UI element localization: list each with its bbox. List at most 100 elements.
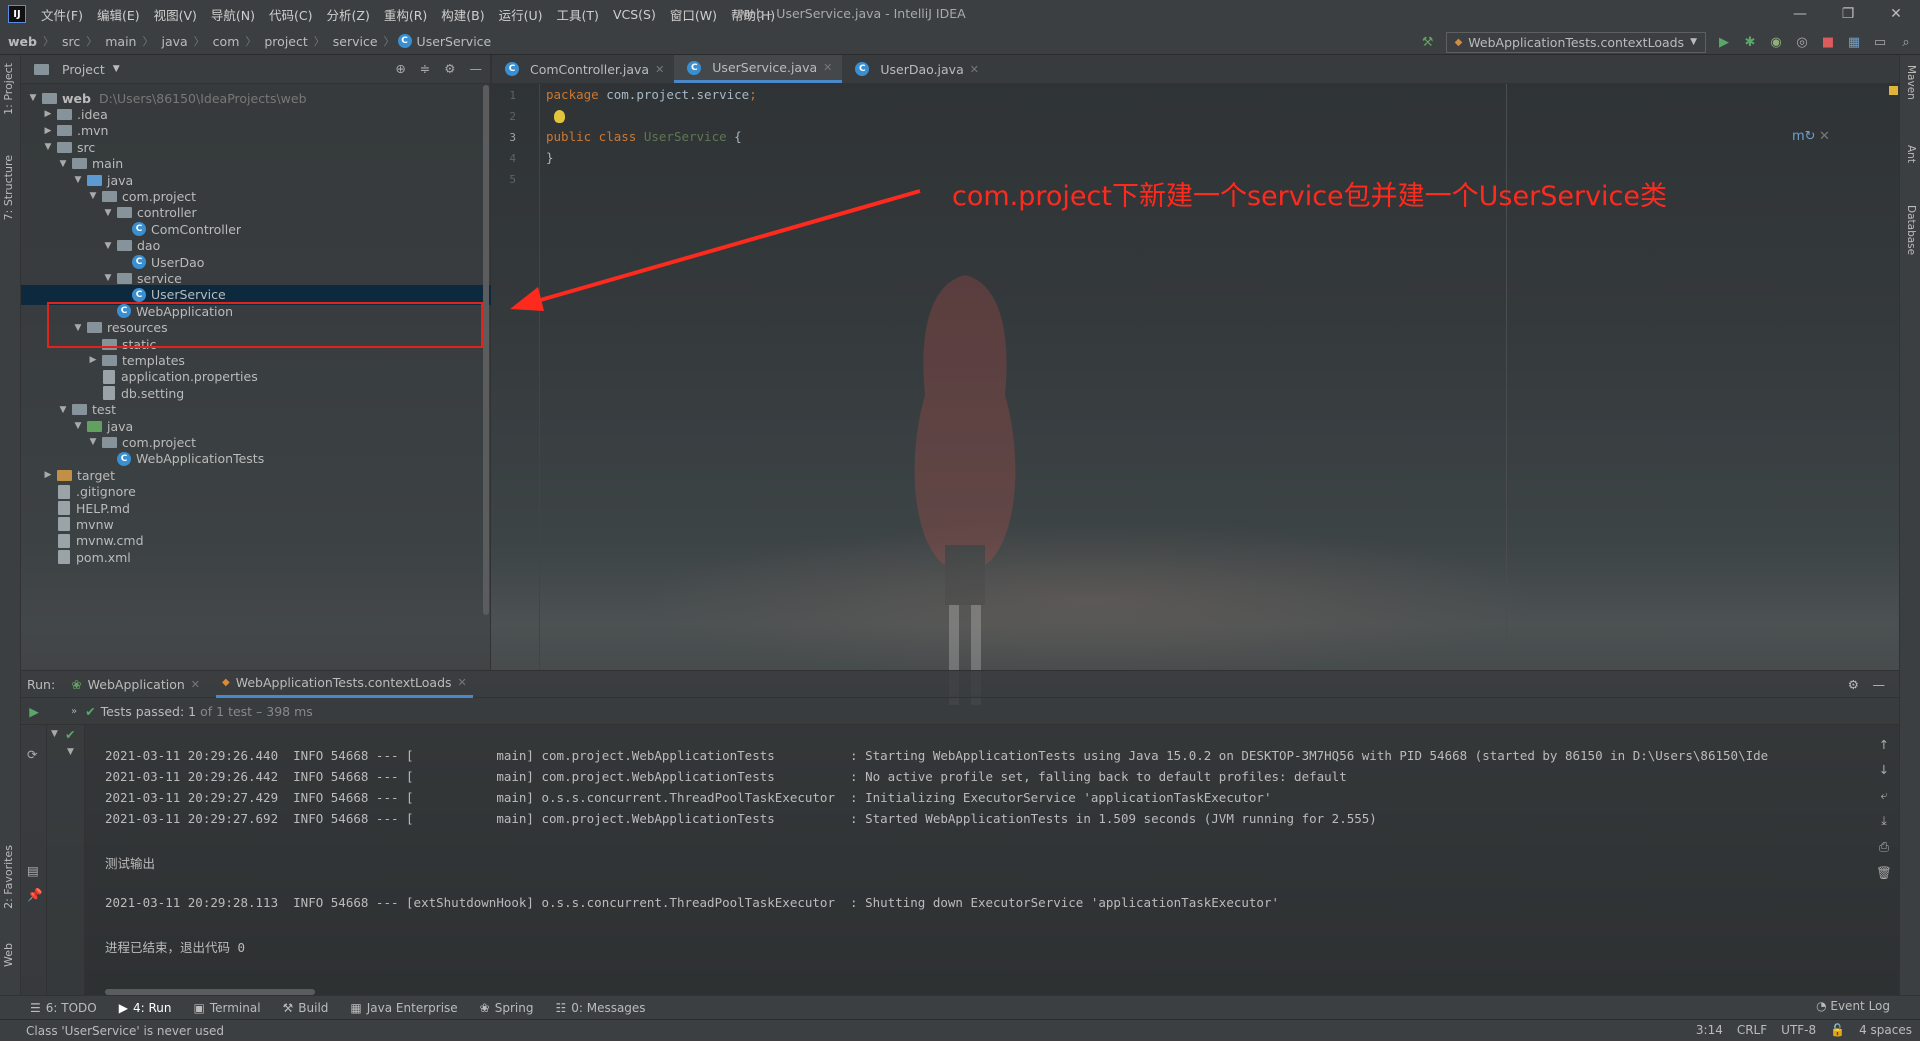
close-icon[interactable]: ✕ — [458, 676, 467, 689]
menu-edit[interactable]: 编辑(E) — [90, 5, 147, 24]
tab-project[interactable]: 1: Project — [2, 63, 15, 115]
tool-terminal[interactable]: ▣ Terminal — [193, 1001, 260, 1015]
scroll-end-icon[interactable]: ⤓ — [1881, 813, 1887, 829]
arrow-down-icon[interactable]: ↓ — [1879, 762, 1889, 777]
lightbulb-icon[interactable] — [554, 110, 565, 123]
tool-build[interactable]: ⚒ Build — [283, 1001, 329, 1015]
close-icon[interactable]: ✕ — [655, 63, 664, 76]
tab-database[interactable]: Database — [1905, 205, 1917, 255]
minimize-icon[interactable]: — — [1776, 0, 1824, 28]
restore-icon[interactable]: ❐ — [1824, 0, 1872, 28]
tool-java-enterprise[interactable]: ▦ Java Enterprise — [350, 1001, 457, 1015]
menu-code[interactable]: 代码(C) — [262, 5, 319, 24]
chevron-right-icon[interactable]: ▶ — [42, 109, 54, 119]
tab-comcontroller[interactable]: C ComController.java ✕ — [492, 55, 674, 83]
close-icon[interactable]: ✕ — [1819, 129, 1830, 144]
chevron-down-icon[interactable]: ▼ — [113, 64, 120, 74]
run-tab-webapplication[interactable]: ❀ WebApplication ✕ — [65, 671, 206, 698]
breadcrumb-item[interactable]: src — [54, 34, 82, 49]
locate-icon[interactable]: ⊕ — [395, 61, 405, 76]
chevron-right-icon[interactable]: ▶ — [42, 126, 54, 136]
search-icon[interactable]: ⌕ — [1898, 34, 1914, 50]
menu-tools[interactable]: 工具(T) — [550, 5, 606, 24]
project-scrollbar[interactable] — [483, 85, 489, 615]
run-configuration-select[interactable]: ◆ WebApplicationTests.contextLoads ▼ — [1445, 31, 1706, 53]
stop-icon[interactable]: ■ — [1820, 34, 1836, 50]
chevron-down-icon[interactable]: ▼ — [72, 175, 84, 185]
profile-icon[interactable]: ◎ — [1794, 34, 1810, 50]
gear-icon[interactable]: ⚙ — [444, 61, 455, 76]
tool-run[interactable]: ▶ 4: Run — [119, 1001, 172, 1015]
close-icon[interactable]: ✕ — [1872, 0, 1920, 28]
tab-ant[interactable]: Ant — [1905, 145, 1917, 163]
chevron-down-icon[interactable]: ▼ — [57, 405, 69, 415]
print-icon[interactable]: ⎙ — [1879, 839, 1889, 855]
chevron-down-icon[interactable]: ▼ — [72, 421, 84, 431]
tab-structure[interactable]: 7: Structure — [2, 155, 15, 220]
tab-userdao[interactable]: C UserDao.java ✕ — [842, 55, 989, 83]
menu-analyze[interactable]: 分析(Z) — [320, 5, 377, 24]
breadcrumb-item[interactable]: java — [153, 34, 189, 49]
tool-messages[interactable]: ☷ 0: Messages — [555, 1001, 645, 1015]
chevron-down-icon[interactable]: ▼ — [42, 142, 54, 152]
tool-todo[interactable]: ☰ 6: TODO — [30, 1001, 97, 1015]
trash-icon[interactable]: 🗑 — [1876, 865, 1892, 881]
line-separator[interactable]: CRLF — [1737, 1023, 1767, 1037]
layout-icon[interactable]: ▤ — [27, 863, 39, 878]
tab-userservice[interactable]: C UserService.java ✕ — [674, 55, 843, 83]
menu-view[interactable]: 视图(V) — [147, 5, 204, 24]
menu-refactor[interactable]: 重构(R) — [377, 5, 434, 24]
code-line[interactable]: package com.project.service; — [546, 87, 757, 102]
menu-run[interactable]: 运行(U) — [492, 5, 550, 24]
debug-icon[interactable]: ✱ — [1742, 34, 1758, 50]
breadcrumb-item[interactable]: main — [97, 34, 138, 49]
chevron-right-icon[interactable]: ▶ — [42, 470, 54, 480]
chevron-down-icon[interactable]: ▼ — [57, 159, 69, 169]
hide-icon[interactable]: — — [470, 61, 483, 76]
code-line[interactable]: } — [546, 150, 554, 165]
run-icon[interactable]: ▶ — [1716, 34, 1732, 50]
caret-position[interactable]: 3:14 — [1696, 1023, 1723, 1037]
tab-web[interactable]: Web — [2, 943, 15, 967]
chevron-down-icon[interactable]: ▼ — [87, 191, 99, 201]
breadcrumb-item[interactable]: UserService — [417, 34, 494, 49]
indent-setting[interactable]: 4 spaces — [1859, 1023, 1912, 1037]
coverage-icon[interactable]: ◉ — [1768, 34, 1784, 50]
tab-favorites[interactable]: 2: Favorites — [2, 845, 15, 909]
breadcrumb-item[interactable]: web — [0, 34, 39, 49]
project-structure-icon[interactable]: ▦ — [1846, 34, 1862, 50]
project-panel-title[interactable]: Project — [62, 62, 105, 77]
collapse-all-icon[interactable]: ≑ — [420, 61, 430, 76]
menu-navigate[interactable]: 导航(N) — [204, 5, 262, 24]
expand-icon[interactable]: » — [47, 706, 77, 717]
menu-window[interactable]: 窗口(W) — [663, 5, 724, 24]
chevron-right-icon[interactable]: ▶ — [87, 355, 99, 365]
chevron-down-icon[interactable]: ▼ — [51, 729, 58, 739]
chevron-down-icon[interactable]: ▼ — [102, 208, 114, 218]
chevron-down-icon[interactable]: ▼ — [67, 747, 74, 757]
gear-icon[interactable]: ⚙ — [1848, 677, 1859, 692]
hide-icon[interactable]: — — [1873, 677, 1886, 692]
menu-vcs[interactable]: VCS(S) — [606, 7, 663, 22]
close-icon[interactable]: ✕ — [970, 63, 979, 76]
menu-build[interactable]: 构建(B) — [434, 5, 491, 24]
build-hammer-icon[interactable]: ⚒ — [1420, 34, 1436, 50]
breadcrumb-item[interactable]: com — [205, 34, 242, 49]
tool-spring[interactable]: ❀ Spring — [480, 1001, 534, 1015]
pin-icon[interactable]: 📌 — [27, 887, 43, 903]
file-encoding[interactable]: UTF-8 — [1781, 1023, 1816, 1037]
lock-icon[interactable]: 🔓 — [1830, 1023, 1845, 1037]
chevron-down-icon[interactable]: ▼ — [27, 93, 39, 103]
tab-maven[interactable]: Maven — [1905, 65, 1917, 100]
chevron-down-icon[interactable]: ▼ — [102, 241, 114, 251]
maven-reload-icon[interactable]: m↻ — [1792, 129, 1816, 144]
event-log-button[interactable]: ◔ Event Log — [1816, 999, 1890, 1013]
tree-item[interactable]: pom.xml — [21, 547, 491, 567]
rerun-failed-icon[interactable]: ⟳ — [27, 747, 37, 762]
soft-wrap-icon[interactable]: ⤶ — [1880, 787, 1887, 803]
layout-icon[interactable]: ▭ — [1872, 34, 1888, 50]
close-icon[interactable]: ✕ — [191, 678, 200, 691]
chevron-down-icon[interactable]: ▼ — [102, 273, 114, 283]
menu-file[interactable]: 文件(F) — [34, 5, 90, 24]
rerun-icon[interactable]: ▶ — [21, 704, 47, 719]
